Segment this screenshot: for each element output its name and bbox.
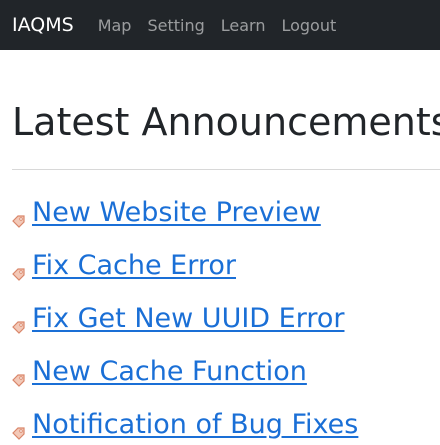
top-navbar: IAQMS Map Setting Learn Logout (0, 0, 440, 50)
announcement-item: New Cache Function (12, 339, 358, 392)
announcement-link-fix-cache-error[interactable]: Fix Cache Error (32, 246, 236, 286)
announcement-link-new-website-preview[interactable]: New Website Preview (32, 193, 321, 233)
tag-icon (12, 374, 25, 387)
announcement-list: New Website Preview Fix Cache Error Fix … (12, 180, 358, 445)
tag-icon (12, 427, 25, 440)
announcement-link-fix-uuid-error[interactable]: Fix Get New UUID Error (32, 299, 344, 339)
tag-icon (12, 268, 25, 281)
announcement-item: Notification of Bug Fixes (12, 392, 358, 445)
page-title: Latest Announcements (12, 100, 440, 144)
tag-icon (12, 215, 25, 228)
tag-icon (12, 321, 25, 334)
nav-link-logout[interactable]: Logout (281, 16, 336, 35)
announcement-item: Fix Cache Error (12, 233, 358, 286)
announcement-link-new-cache-function[interactable]: New Cache Function (32, 352, 307, 392)
brand-link[interactable]: IAQMS (12, 14, 74, 36)
announcement-item: New Website Preview (12, 180, 358, 233)
nav-link-setting[interactable]: Setting (147, 16, 204, 35)
nav-link-learn[interactable]: Learn (221, 16, 266, 35)
announcement-link-bug-fixes-notification[interactable]: Notification of Bug Fixes (32, 405, 358, 445)
title-divider (12, 169, 440, 170)
nav-link-map[interactable]: Map (98, 16, 132, 35)
announcement-item: Fix Get New UUID Error (12, 286, 358, 339)
